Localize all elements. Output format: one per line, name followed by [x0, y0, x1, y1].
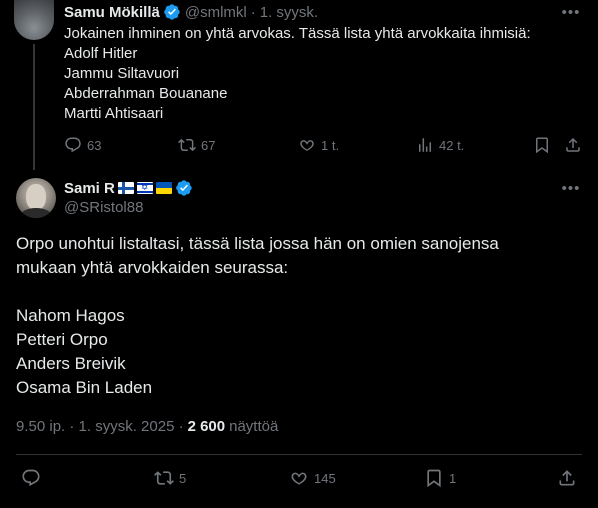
parent-display-name[interactable]: Samu Mökillä [64, 4, 160, 21]
reply-count: 63 [87, 137, 102, 153]
separator-dot: · [250, 3, 256, 21]
more-icon[interactable]: ••• [562, 3, 580, 21]
parent-text-line: Jammu Siltavuori [64, 65, 180, 82]
main-text-line: Orpo unohtui listaltasi, tässä lista jos… [16, 234, 499, 253]
bookmark-button[interactable] [533, 134, 551, 156]
parent-header: Samu Mökillä @smlmkl · 1. syysk. [64, 3, 318, 21]
like-button[interactable]: 145 [289, 466, 336, 490]
like-count: 145 [314, 470, 336, 486]
verified-badge-icon [176, 180, 192, 196]
share-button[interactable] [557, 466, 577, 490]
main-name-row: Sami R [64, 179, 197, 197]
main-text-line: Petteri Orpo [16, 330, 108, 349]
more-icon[interactable]: ••• [562, 179, 580, 197]
repost-count: 5 [179, 470, 187, 486]
like-icon [300, 140, 314, 151]
share-icon [566, 137, 580, 152]
parent-text-line: Jokainen ihminen on yhtä arvokas. Tässä … [64, 25, 531, 42]
divider [16, 454, 582, 455]
main-text-line: Nahom Hagos [16, 306, 125, 325]
israel-flag-icon [136, 182, 153, 194]
tweet-timestamp[interactable]: 9.50 ip. · 1. syysk. 2025 · [16, 418, 184, 435]
bookmark-icon [427, 469, 441, 488]
main-text-line: Anders Breivik [16, 354, 126, 373]
parent-action-bar: 63 67 1 t. 42 t. [0, 134, 598, 156]
like-button[interactable]: 1 t. [298, 134, 339, 156]
parent-handle[interactable]: @smlmkl [185, 4, 247, 21]
views-button[interactable]: 42 t. [416, 134, 464, 156]
main-text-gap [16, 280, 576, 304]
parent-text-line: Adolf Hitler [64, 45, 138, 62]
repost-button[interactable]: 67 [178, 134, 215, 156]
avatar-shirt [20, 208, 52, 218]
finland-flag-icon [117, 182, 134, 194]
parent-tweet-text: Jokainen ihminen on yhtä arvokas. Tässä … [64, 24, 564, 124]
views-total: 2 600 [187, 417, 226, 435]
reply-button[interactable]: 63 [64, 134, 101, 156]
like-icon [291, 472, 307, 485]
main-avatar[interactable] [16, 178, 56, 218]
verified-badge-icon [164, 4, 180, 20]
parent-text-line: Abderrahman Bouanane [64, 85, 228, 102]
reply-button[interactable] [21, 466, 46, 490]
avatar-face [26, 184, 46, 210]
parent-tweet[interactable]: Samu Mökillä @smlmkl · 1. syysk. ••• Jok… [0, 0, 598, 170]
repost-icon [178, 138, 196, 152]
main-text-line: mukaan yhtä arvokkaiden seurassa: [16, 258, 289, 277]
views-icon [419, 138, 431, 152]
bookmark-button[interactable]: 1 [424, 466, 456, 490]
repost-icon [154, 471, 174, 485]
main-display-name[interactable]: Sami R [64, 180, 115, 197]
parent-avatar[interactable] [14, 0, 54, 40]
views-label: näyttöä [229, 417, 279, 435]
main-tweet-text: Orpo unohtui listaltasi, tässä lista jos… [16, 232, 576, 400]
parent-text-line: Martti Ahtisaari [64, 105, 164, 122]
main-handle[interactable]: @SRistol88 [64, 199, 143, 216]
main-action-bar: 5 145 1 [0, 466, 598, 490]
reply-icon [22, 469, 40, 487]
bookmark-count: 1 [449, 470, 457, 486]
share-icon [559, 470, 575, 486]
ukraine-flag-icon [155, 182, 172, 194]
like-count: 1 t. [321, 137, 340, 153]
tweet-meta: 9.50 ip. · 1. syysk. 2025 · 2 600 näyttö… [16, 416, 278, 436]
repost-button[interactable]: 5 [154, 466, 186, 490]
reply-icon [65, 137, 81, 153]
repost-count: 67 [201, 137, 216, 153]
share-button[interactable] [564, 134, 582, 156]
main-text-line: Osama Bin Laden [16, 378, 153, 397]
views-count: 42 t. [439, 137, 465, 153]
bookmark-icon [536, 137, 548, 154]
main-tweet: Sami R @SRistol88 ••• Orpo unohtui lista… [0, 170, 598, 508]
parent-time[interactable]: 1. syysk. [260, 4, 318, 21]
